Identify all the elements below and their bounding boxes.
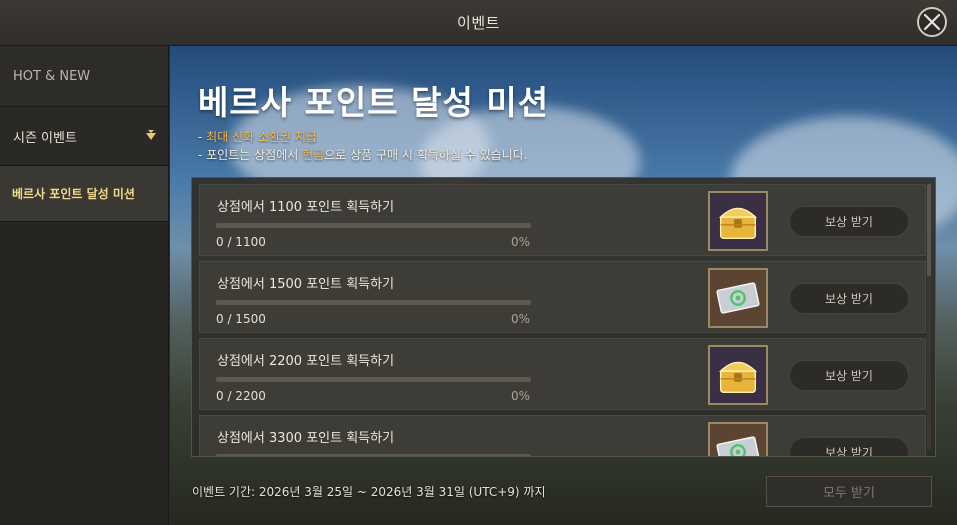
- reward-item[interactable]: [708, 268, 768, 328]
- chevron-down-icon: [144, 129, 158, 143]
- claim-reward-button[interactable]: 보상 받기: [789, 360, 909, 391]
- summon-ticket-icon: [716, 282, 760, 314]
- close-icon: [923, 13, 941, 31]
- progress-count: 0 / 1100: [216, 235, 266, 249]
- mission-row: 상점에서 1500 포인트 획득하기 0 / 1500 0% 보상 받기: [199, 261, 926, 333]
- mission-row: 상점에서 3300 포인트 획득하기 보상 받기: [199, 415, 926, 456]
- progress-bar: [216, 454, 531, 456]
- claim-reward-button[interactable]: 보상 받기: [789, 437, 909, 456]
- close-button[interactable]: [917, 7, 947, 37]
- progress-bar: [216, 377, 531, 382]
- note-line-2: - 포인트는 상점에서 현금으로 상품 구매 시 획득하실 수 있습니다.: [198, 148, 528, 162]
- reward-item[interactable]: [708, 191, 768, 251]
- title-bar: 이벤트: [0, 0, 957, 46]
- event-window: 이벤트 HOT & NEW 시즌 이벤트 베르사 포인트 달성 미션 베르사 포…: [0, 0, 957, 525]
- progress-count: 0 / 2200: [216, 389, 266, 403]
- scrollbar[interactable]: [927, 184, 931, 450]
- mission-row: 상점에서 1100 포인트 획득하기 0 / 1100 0% 보상 받기: [199, 184, 926, 256]
- gold-chest-icon: [718, 361, 758, 394]
- window-title: 이벤트: [457, 14, 500, 32]
- gold-chest-icon: [718, 207, 758, 240]
- mission-row: 상점에서 2200 포인트 획득하기 0 / 2200 0% 보상 받기: [199, 338, 926, 410]
- note-line-1: - 최대 신화 소환권 지급: [198, 130, 317, 144]
- sidebar-item-season-event[interactable]: 시즌 이벤트: [0, 107, 168, 166]
- mission-label: 상점에서 1100 포인트 획득하기: [217, 200, 395, 215]
- event-content: 베르사 포인트 달성 미션 - 최대 신화 소환권 지급 - 포인트는 상점에서…: [170, 46, 957, 525]
- sidebar-item-bersa-point-mission[interactable]: 베르사 포인트 달성 미션: [0, 166, 168, 222]
- note-highlight: 최대 신화 소환권 지급: [206, 130, 317, 144]
- sidebar-item-label: 시즌 이벤트: [13, 130, 77, 146]
- event-notes: - 최대 신화 소환권 지급 - 포인트는 상점에서 현금으로 상품 구매 시 …: [198, 128, 528, 164]
- claim-reward-button[interactable]: 보상 받기: [789, 206, 909, 237]
- progress-percent: 0%: [511, 389, 531, 403]
- claim-reward-button[interactable]: 보상 받기: [789, 283, 909, 314]
- summon-ticket-icon: [716, 436, 760, 456]
- scrollbar-thumb[interactable]: [927, 184, 931, 276]
- mission-label: 상점에서 3300 포인트 획득하기: [217, 431, 395, 446]
- progress-count: 0 / 1500: [216, 312, 266, 326]
- progress-bar: [216, 223, 531, 228]
- mission-list[interactable]: 상점에서 1100 포인트 획득하기 0 / 1100 0% 보상 받기 상점에…: [191, 177, 936, 457]
- sidebar: HOT & NEW 시즌 이벤트 베르사 포인트 달성 미션: [0, 46, 169, 525]
- sidebar-item-hot-new[interactable]: HOT & NEW: [0, 46, 168, 107]
- sidebar-item-label: HOT & NEW: [13, 68, 91, 84]
- event-period: 이벤트 기간: 2026년 3월 25일 ~ 2026년 3월 31일 (UTC…: [192, 485, 546, 499]
- event-headline: 베르사 포인트 달성 미션: [198, 83, 550, 122]
- progress-percent: 0%: [511, 312, 531, 326]
- reward-item[interactable]: [708, 345, 768, 405]
- progress-bar: [216, 300, 531, 305]
- mission-label: 상점에서 2200 포인트 획득하기: [217, 354, 395, 369]
- reward-item[interactable]: [708, 422, 768, 456]
- progress-percent: 0%: [511, 235, 531, 249]
- sidebar-item-label: 베르사 포인트 달성 미션: [12, 187, 135, 201]
- claim-all-button[interactable]: 모두 받기: [766, 476, 932, 507]
- note-highlight: 현금: [302, 148, 325, 162]
- mission-label: 상점에서 1500 포인트 획득하기: [217, 277, 395, 292]
